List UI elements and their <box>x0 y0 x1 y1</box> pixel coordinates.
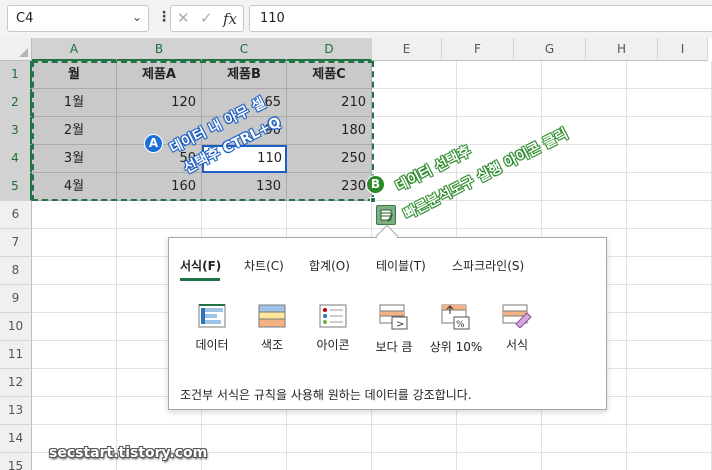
row-header-13[interactable]: 13 <box>0 397 32 425</box>
row-header-2[interactable]: 2 <box>0 89 32 117</box>
svg-text:>: > <box>396 319 404 330</box>
cancel-icon[interactable]: ✕ <box>177 9 190 27</box>
quick-analysis-icon <box>380 209 393 222</box>
tab-tables[interactable]: 테이블(T) <box>376 257 426 274</box>
quick-analysis-button[interactable] <box>376 205 396 225</box>
column-header-f[interactable]: F <box>442 38 514 61</box>
svg-text:%: % <box>456 320 465 330</box>
option-data-bars[interactable]: 데이터 <box>181 304 243 353</box>
column-header-b[interactable]: B <box>117 38 202 61</box>
option-icon-set[interactable]: 아이콘 <box>302 304 364 353</box>
row-header-11[interactable]: 11 <box>0 341 32 369</box>
row-header-8[interactable]: 8 <box>0 257 32 285</box>
popup-description: 조건부 서식은 규칙을 사용해 원하는 데이터를 강조합니다. <box>180 388 472 402</box>
insert-function-icon[interactable]: fx <box>223 10 237 28</box>
column-header-d[interactable]: D <box>287 38 372 61</box>
tab-sparklines[interactable]: 스파크라인(S) <box>452 257 524 274</box>
column-header-h[interactable]: H <box>586 38 658 61</box>
annotation-badge-b: B <box>366 175 385 194</box>
color-scale-icon <box>258 304 286 328</box>
more-options-icon[interactable]: ⋮ <box>157 9 171 25</box>
option-label: 데이터 <box>195 338 229 352</box>
option-label: 상위 10% <box>429 340 483 354</box>
chevron-down-icon[interactable]: ⌄ <box>132 10 142 24</box>
row-header-14[interactable]: 14 <box>0 425 32 453</box>
data-bars-icon <box>198 304 226 328</box>
row-header-7[interactable]: 7 <box>0 229 32 257</box>
annotation-badge-a: A <box>144 134 163 153</box>
row-header-10[interactable]: 10 <box>0 313 32 341</box>
tab-format[interactable]: 서식(F) <box>180 257 221 274</box>
column-header-c[interactable]: C <box>202 38 287 61</box>
row-header-12[interactable]: 12 <box>0 369 32 397</box>
option-label: 보다 큼 <box>375 340 413 354</box>
watermark: secstart.tistory.com <box>49 445 208 461</box>
column-header-e[interactable]: E <box>372 38 442 61</box>
active-tab-indicator <box>180 278 220 281</box>
option-greater-than[interactable]: > 보다 큼 <box>363 304 425 355</box>
option-clear-format[interactable]: 서식 <box>486 304 548 353</box>
select-all-button[interactable] <box>0 38 32 61</box>
column-header-g[interactable]: G <box>514 38 586 61</box>
fill-handle[interactable] <box>370 197 376 203</box>
row-header-5[interactable]: 5 <box>0 173 32 201</box>
row-header-9[interactable]: 9 <box>0 285 32 313</box>
formula-bar: C4 ⌄ ⋮ ✕ ✓ fx 110 <box>0 0 712 38</box>
formula-buttons: ✕ ✓ fx <box>170 5 244 32</box>
option-label: 색조 <box>260 338 284 352</box>
option-color-scale[interactable]: 색조 <box>241 304 303 353</box>
name-box[interactable]: C4 ⌄ <box>7 5 149 32</box>
option-top-10[interactable]: % 상위 10% <box>425 304 487 355</box>
quick-analysis-popup: 서식(F) 차트(C) 합계(O) 테이블(T) 스파크라인(S) 데이터 색조 <box>168 237 607 410</box>
top-10-icon: % <box>441 304 470 330</box>
tab-charts[interactable]: 차트(C) <box>244 257 284 274</box>
row-header-6[interactable]: 6 <box>0 201 32 229</box>
name-box-value: C4 <box>16 11 34 26</box>
row-header-3[interactable]: 3 <box>0 117 32 145</box>
tab-totals[interactable]: 합계(O) <box>309 257 350 274</box>
formula-input[interactable]: 110 <box>249 5 712 32</box>
excel-window: C4 ⌄ ⋮ ✕ ✓ fx 110 ABCDEFGHI 1 2 3 4 5 6 7 8 9 10 1… <box>0 0 712 470</box>
check-icon[interactable]: ✓ <box>200 9 213 27</box>
icon-set-icon <box>319 304 347 328</box>
row-header-1[interactable]: 1 <box>0 61 32 89</box>
clear-format-icon <box>502 304 532 328</box>
option-label: 서식 <box>505 338 529 352</box>
row-header-4[interactable]: 4 <box>0 145 32 173</box>
greater-than-icon: > <box>379 304 408 330</box>
column-header-i[interactable]: I <box>658 38 708 61</box>
column-header-a[interactable]: A <box>32 38 117 61</box>
option-label: 아이콘 <box>316 338 350 352</box>
row-header-15[interactable]: 15 <box>0 453 32 470</box>
